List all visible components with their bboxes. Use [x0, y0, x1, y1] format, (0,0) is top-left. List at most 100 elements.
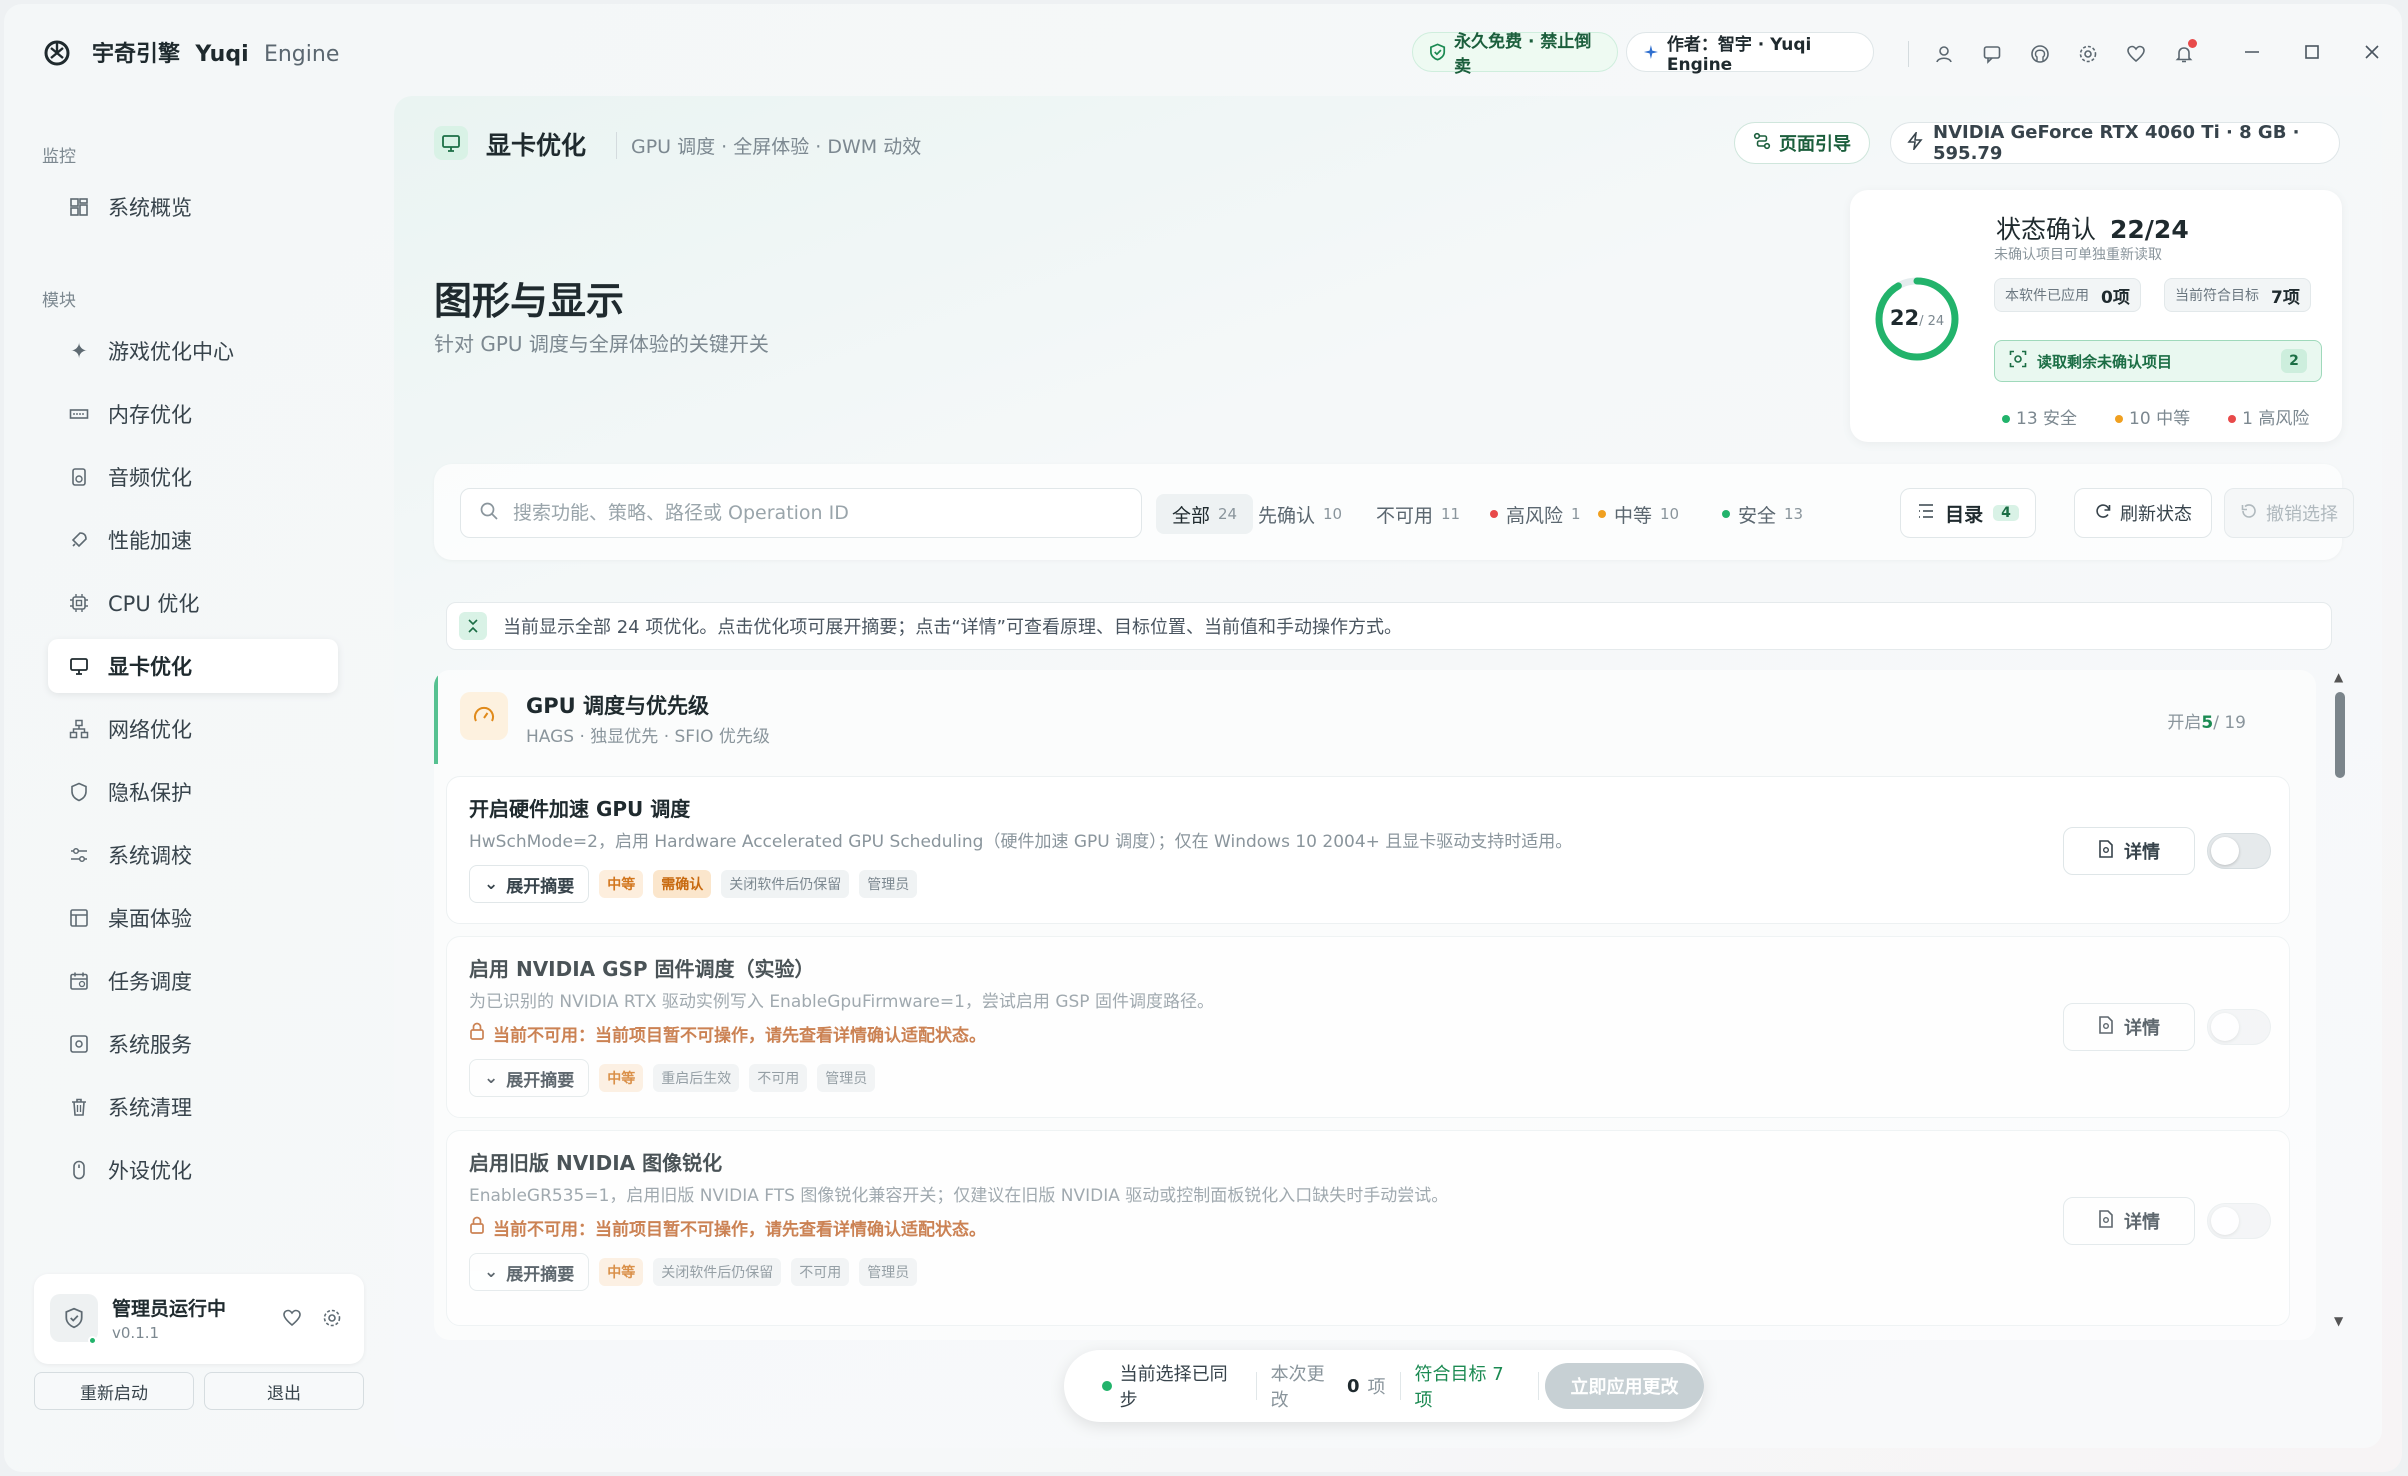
scrollbar[interactable]: ▲ ▼ [2332, 670, 2348, 1330]
option-card[interactable]: 启用旧版 NVIDIA 图像锐化 EnableGR535=1，启用旧版 NVID… [446, 1130, 2290, 1326]
sidebar-item-overview[interactable]: 系统概览 [48, 180, 338, 234]
collapse-arrows-icon [459, 612, 487, 640]
bell-icon[interactable] [2171, 39, 2197, 67]
lock-icon [469, 1022, 485, 1045]
section-description: 针对 GPU 调度与全屏体验的关键开关 [434, 332, 769, 356]
memory-icon [68, 403, 90, 425]
message-icon[interactable] [1979, 41, 2005, 67]
filter-tab-unavailable[interactable]: 不可用 11 [1360, 494, 1476, 534]
filter-tab-pending[interactable]: 先确认 10 [1242, 494, 1358, 534]
close-button[interactable] [2342, 28, 2402, 76]
github-icon[interactable] [2027, 41, 2053, 67]
sparkle-icon [1643, 44, 1658, 60]
settings-icon[interactable] [2075, 41, 2101, 67]
filter-tab-high-risk[interactable]: 高风险 1 [1474, 494, 1597, 534]
heart-icon[interactable] [282, 1308, 302, 1332]
sidebar-item-game[interactable]: ✦ 游戏优化中心 [48, 324, 338, 378]
chevron-down-icon: ⌄ [484, 1262, 499, 1282]
divider [1908, 41, 1909, 67]
sidebar-item-audio[interactable]: 音频优化 [48, 450, 338, 504]
filter-tab-all[interactable]: 全部 24 [1156, 494, 1254, 534]
user-icon[interactable] [1931, 41, 1957, 67]
info-banner: 当前显示全部 24 项优化。点击优化项可展开摘要；点击“详情”可查看原理、目标位… [446, 602, 2332, 650]
group-header[interactable]: GPU 调度与优先级 HAGS · 独显优先 · SFIO 优先级 开启5/ 1… [434, 670, 2316, 764]
trash-icon [68, 1096, 90, 1118]
undo-selection-button[interactable]: 撤销选择 [2224, 488, 2354, 538]
app-logo-icon [44, 40, 70, 66]
sidebar-item-desktop[interactable]: 桌面体验 [48, 891, 338, 945]
scrollbar-thumb[interactable] [2335, 692, 2345, 778]
apply-bar: 当前选择已同步 本次更改 0 项 符合目标 7 项 立即应用更改 [1064, 1350, 1704, 1422]
speaker-icon [68, 466, 90, 488]
risk-summary: 13 安全 10 中等 1 高风险 [2002, 404, 2309, 429]
titlebar-icons [1908, 34, 2197, 74]
apply-changes-button[interactable]: 立即应用更改 [1545, 1363, 1704, 1409]
settings-icon[interactable] [322, 1308, 342, 1332]
sidebar-item-tuning[interactable]: 系统调校 [48, 828, 338, 882]
sidebar-item-gpu[interactable]: 显卡优化 [48, 639, 338, 693]
sidebar-item-network[interactable]: 网络优化 [48, 702, 338, 756]
sidebar-item-cpu[interactable]: CPU 优化 [48, 576, 338, 630]
toggle-knob [2211, 1013, 2239, 1041]
option-card[interactable]: 开启硬件加速 GPU 调度 HwSchMode=2，启用 Hardware Ac… [446, 776, 2290, 924]
sidebar-item-privacy[interactable]: 隐私保护 [48, 765, 338, 819]
search-input[interactable] [513, 502, 1113, 524]
admin-tag: 管理员 [859, 1258, 918, 1286]
maximize-button[interactable] [2282, 28, 2342, 76]
document-icon [2098, 1015, 2114, 1039]
page-subtitle: GPU 调度 · 全屏体验 · DWM 动效 [616, 132, 921, 159]
sidebar-item-peripherals[interactable]: 外设优化 [48, 1143, 338, 1197]
option-description: 为已识别的 NVIDIA RTX 驱动实例写入 EnableGpuFirmwar… [469, 992, 1214, 1012]
refresh-status-button[interactable]: 刷新状态 [2074, 488, 2212, 538]
details-button[interactable]: 详情 [2063, 1197, 2195, 1245]
minimize-button[interactable] [2222, 28, 2282, 76]
expand-summary-button[interactable]: ⌄ 展开摘要 [469, 865, 590, 903]
monitor-icon [434, 126, 468, 160]
option-toggle[interactable] [2207, 1203, 2271, 1239]
filter-tab-medium[interactable]: 中等 10 [1582, 494, 1695, 534]
option-card[interactable]: 启用 NVIDIA GSP 固件调度（实验） 为已识别的 NVIDIA RTX … [446, 936, 2290, 1118]
match-count: 符合目标 7 项 [1401, 1364, 1539, 1411]
online-indicator [88, 1336, 97, 1345]
section-title: 图形与显示 [434, 279, 625, 323]
match-stat: 当前符合目标 7项 [2164, 278, 2311, 312]
exit-button[interactable]: 退出 [204, 1372, 364, 1410]
details-button[interactable]: 详情 [2063, 827, 2195, 875]
sidebar-item-label: 系统概览 [108, 196, 192, 220]
unavailable-warning: 当前不可用：当前项目暂不可操作，请先查看详情确认适配状态。 [469, 1215, 986, 1240]
option-toggle[interactable] [2207, 833, 2271, 869]
toc-button[interactable]: 目录 4 [1900, 488, 2036, 538]
shield-icon [68, 781, 90, 803]
option-tags: ⌄ 展开摘要 中等 关闭软件后仍保留 不可用 管理员 [469, 1253, 918, 1291]
reboot-tag: 重启后生效 [653, 1064, 740, 1092]
confirm-tag: 需确认 [653, 870, 712, 898]
sidebar-item-tasks[interactable]: 任务调度 [48, 954, 338, 1008]
sidebar-item-label: CPU 优化 [108, 592, 200, 616]
admin-title: 管理员运行中 [112, 1298, 227, 1320]
read-remaining-button[interactable]: 读取剩余未确认项目 2 [1994, 340, 2322, 382]
risk-tag: 中等 [599, 1064, 644, 1092]
persist-tag: 关闭软件后仍保留 [721, 870, 850, 898]
document-icon [2098, 839, 2114, 863]
scroll-up-arrow-icon[interactable]: ▲ [2334, 670, 2343, 684]
applied-stat: 本软件已应用 0项 [1994, 278, 2141, 312]
details-button[interactable]: 详情 [2063, 1003, 2195, 1051]
expand-summary-button[interactable]: ⌄ 展开摘要 [469, 1253, 590, 1291]
sliders-icon [68, 844, 90, 866]
group-subtitle: HAGS · 独显优先 · SFIO 优先级 [526, 727, 770, 747]
scroll-down-arrow-icon[interactable]: ▼ [2334, 1314, 2343, 1328]
author-badge[interactable]: 作者：智宇 · Yuqi Engine [1626, 32, 1874, 75]
filter-tab-safe[interactable]: 安全 13 [1706, 494, 1819, 534]
expand-summary-button[interactable]: ⌄ 展开摘要 [469, 1059, 590, 1097]
shield-check-icon [1430, 43, 1446, 61]
sidebar-item-cleanup[interactable]: 系统清理 [48, 1080, 338, 1134]
sidebar-item-services[interactable]: 系统服务 [48, 1017, 338, 1071]
restart-button[interactable]: 重新启动 [34, 1372, 194, 1410]
unavailable-tag: 不可用 [791, 1258, 850, 1286]
sidebar-item-performance[interactable]: 性能加速 [48, 513, 338, 567]
heart-icon[interactable] [2123, 41, 2149, 67]
page-guide-button[interactable]: 页面引导 [1734, 122, 1870, 164]
sidebar-item-memory[interactable]: 内存优化 [48, 387, 338, 441]
option-toggle[interactable] [2207, 1009, 2271, 1045]
admin-tag: 管理员 [817, 1064, 876, 1092]
